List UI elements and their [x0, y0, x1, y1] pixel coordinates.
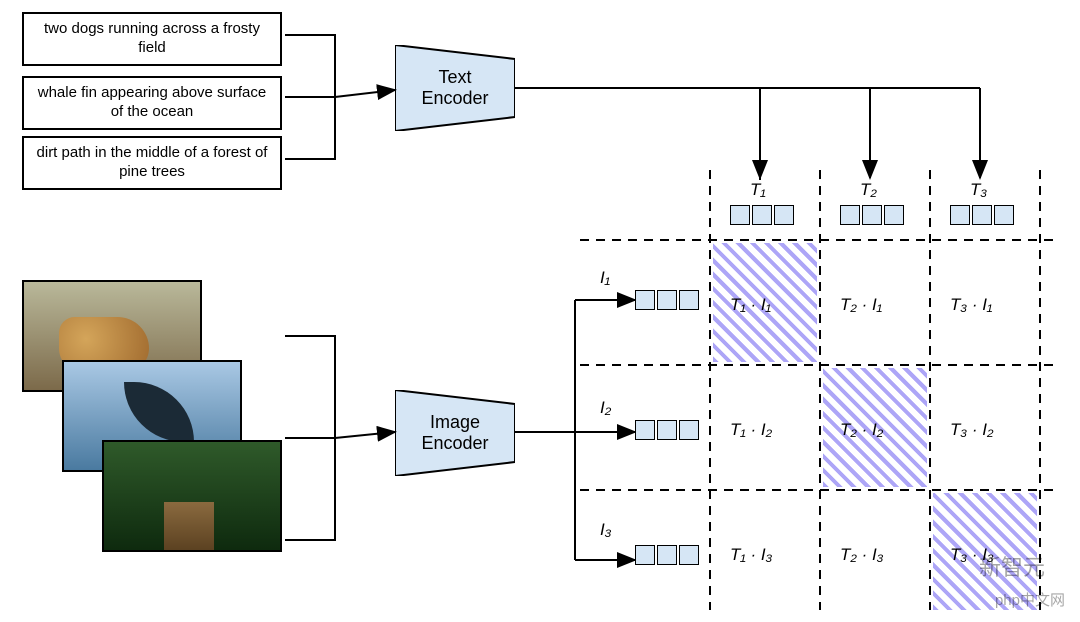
- col-label-t1: T₁: [750, 180, 766, 200]
- embedding-i1: [635, 290, 699, 310]
- cell-1-2: T₃ · I₂: [950, 420, 993, 440]
- cell-0-1: T₂ · I₁: [840, 295, 882, 315]
- row-label-i3: I₃: [600, 520, 611, 540]
- embedding-t1: [730, 205, 794, 225]
- image-encoder-label: ImageEncoder: [395, 412, 515, 454]
- row-label-i1: I₁: [600, 268, 610, 288]
- embedding-t3: [950, 205, 1014, 225]
- cell-0-0: T₁ · I₁: [730, 295, 771, 315]
- text-caption-1: two dogs running across a frosty field: [22, 12, 282, 66]
- text-caption-3: dirt path in the middle of a forest of p…: [22, 136, 282, 190]
- text-caption-2: whale fin appearing above surface of the…: [22, 76, 282, 130]
- row-label-i2: I₂: [600, 398, 611, 418]
- cell-2-1: T₂ · I₃: [840, 545, 883, 565]
- embedding-i2: [635, 420, 699, 440]
- cell-1-0: T₁ · I₂: [730, 420, 772, 440]
- cell-1-1: T₂ · I₂: [840, 420, 883, 440]
- text-encoder-label: TextEncoder: [395, 67, 515, 109]
- watermark-1: 新智元: [979, 550, 1045, 582]
- image-thumb-3: [102, 440, 282, 552]
- embedding-t2: [840, 205, 904, 225]
- col-label-t2: T₂: [860, 180, 877, 200]
- col-label-t3: T₃: [970, 180, 987, 200]
- image-stack: [22, 280, 282, 570]
- text-encoder: TextEncoder: [395, 45, 515, 136]
- cell-2-0: T₁ · I₃: [730, 545, 772, 565]
- image-encoder: ImageEncoder: [395, 390, 515, 481]
- cell-0-2: T₃ · I₁: [950, 295, 992, 315]
- watermark-2: php中文网: [995, 589, 1065, 610]
- embedding-i3: [635, 545, 699, 565]
